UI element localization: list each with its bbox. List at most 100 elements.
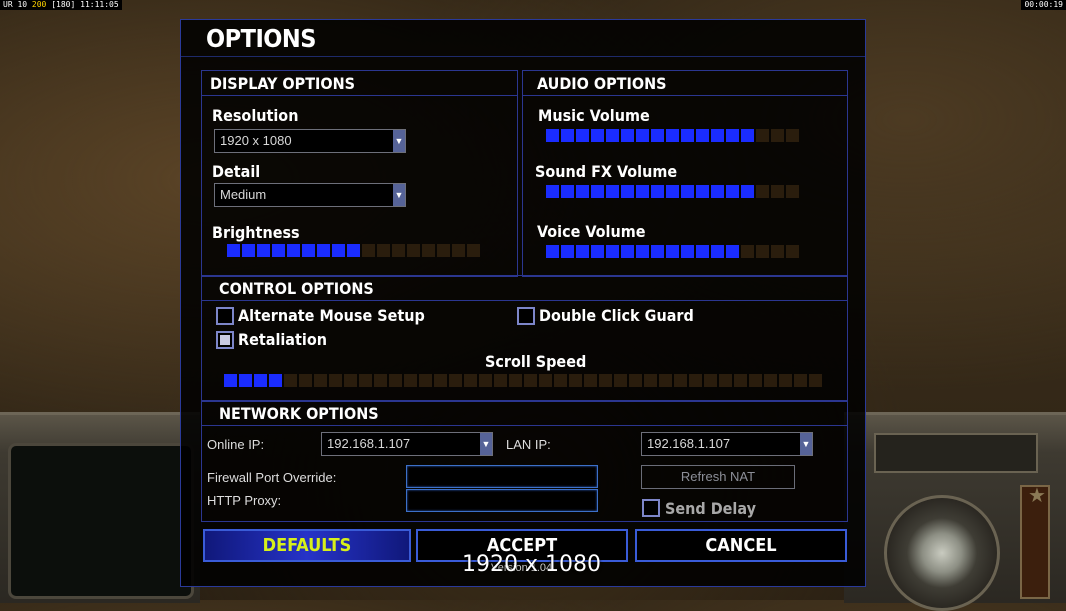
slider-segment[interactable] bbox=[329, 374, 342, 387]
slider-segment[interactable] bbox=[546, 129, 559, 142]
lan-ip-dropdown[interactable]: 192.168.1.107 ▼ bbox=[641, 432, 813, 456]
slider-segment[interactable] bbox=[392, 244, 405, 257]
slider-segment[interactable] bbox=[561, 129, 574, 142]
slider-segment[interactable] bbox=[452, 244, 465, 257]
slider-segment[interactable] bbox=[389, 374, 402, 387]
slider-segment[interactable] bbox=[726, 185, 739, 198]
refresh-nat-button[interactable]: Refresh NAT bbox=[641, 465, 795, 489]
slider-segment[interactable] bbox=[779, 374, 792, 387]
slider-segment[interactable] bbox=[242, 244, 255, 257]
slider-segment[interactable] bbox=[756, 245, 769, 258]
slider-segment[interactable] bbox=[756, 129, 769, 142]
sound-fx-volume-slider[interactable] bbox=[546, 185, 799, 198]
slider-segment[interactable] bbox=[377, 244, 390, 257]
chevron-down-icon[interactable]: ▼ bbox=[800, 433, 812, 455]
slider-segment[interactable] bbox=[479, 374, 492, 387]
slider-segment[interactable] bbox=[651, 185, 664, 198]
slider-segment[interactable] bbox=[786, 245, 799, 258]
brightness-slider[interactable] bbox=[227, 244, 480, 257]
slider-segment[interactable] bbox=[317, 244, 330, 257]
alternate-mouse-checkbox[interactable] bbox=[216, 307, 234, 325]
defaults-button[interactable]: DEFAULTS bbox=[203, 529, 411, 562]
slider-segment[interactable] bbox=[771, 185, 784, 198]
resolution-dropdown[interactable]: 1920 x 1080 ▼ bbox=[214, 129, 406, 153]
slider-segment[interactable] bbox=[269, 374, 282, 387]
slider-segment[interactable] bbox=[606, 185, 619, 198]
scroll-speed-slider[interactable] bbox=[224, 374, 822, 387]
slider-segment[interactable] bbox=[599, 374, 612, 387]
slider-segment[interactable] bbox=[659, 374, 672, 387]
slider-segment[interactable] bbox=[554, 374, 567, 387]
double-click-guard-checkbox[interactable] bbox=[517, 307, 535, 325]
slider-segment[interactable] bbox=[771, 129, 784, 142]
slider-segment[interactable] bbox=[651, 245, 664, 258]
slider-segment[interactable] bbox=[636, 245, 649, 258]
slider-segment[interactable] bbox=[344, 374, 357, 387]
music-volume-slider[interactable] bbox=[546, 129, 799, 142]
slider-segment[interactable] bbox=[621, 129, 634, 142]
chevron-down-icon[interactable]: ▼ bbox=[480, 433, 492, 455]
slider-segment[interactable] bbox=[764, 374, 777, 387]
slider-segment[interactable] bbox=[711, 245, 724, 258]
slider-segment[interactable] bbox=[741, 129, 754, 142]
slider-segment[interactable] bbox=[569, 374, 582, 387]
slider-segment[interactable] bbox=[689, 374, 702, 387]
cancel-button[interactable]: CANCEL bbox=[635, 529, 847, 562]
slider-segment[interactable] bbox=[749, 374, 762, 387]
slider-segment[interactable] bbox=[584, 374, 597, 387]
slider-segment[interactable] bbox=[809, 374, 822, 387]
slider-segment[interactable] bbox=[704, 374, 717, 387]
slider-segment[interactable] bbox=[546, 185, 559, 198]
slider-segment[interactable] bbox=[756, 185, 769, 198]
slider-segment[interactable] bbox=[561, 245, 574, 258]
firewall-port-input[interactable] bbox=[406, 465, 598, 488]
retaliation-checkbox[interactable] bbox=[216, 331, 234, 349]
slider-segment[interactable] bbox=[464, 374, 477, 387]
slider-segment[interactable] bbox=[299, 374, 312, 387]
chevron-down-icon[interactable]: ▼ bbox=[393, 130, 405, 152]
slider-segment[interactable] bbox=[576, 185, 589, 198]
slider-segment[interactable] bbox=[374, 374, 387, 387]
slider-segment[interactable] bbox=[332, 244, 345, 257]
slider-segment[interactable] bbox=[681, 185, 694, 198]
slider-segment[interactable] bbox=[227, 244, 240, 257]
slider-segment[interactable] bbox=[224, 374, 237, 387]
slider-segment[interactable] bbox=[434, 374, 447, 387]
slider-segment[interactable] bbox=[467, 244, 480, 257]
slider-segment[interactable] bbox=[666, 245, 679, 258]
slider-segment[interactable] bbox=[606, 129, 619, 142]
slider-segment[interactable] bbox=[674, 374, 687, 387]
http-proxy-input[interactable] bbox=[406, 489, 598, 512]
voice-volume-slider[interactable] bbox=[546, 245, 799, 258]
slider-segment[interactable] bbox=[422, 244, 435, 257]
detail-dropdown[interactable]: Medium ▼ bbox=[214, 183, 406, 207]
slider-segment[interactable] bbox=[254, 374, 267, 387]
slider-segment[interactable] bbox=[681, 245, 694, 258]
slider-segment[interactable] bbox=[347, 244, 360, 257]
slider-segment[interactable] bbox=[437, 244, 450, 257]
slider-segment[interactable] bbox=[696, 245, 709, 258]
slider-segment[interactable] bbox=[726, 129, 739, 142]
slider-segment[interactable] bbox=[561, 185, 574, 198]
slider-segment[interactable] bbox=[711, 185, 724, 198]
online-ip-dropdown[interactable]: 192.168.1.107 ▼ bbox=[321, 432, 493, 456]
slider-segment[interactable] bbox=[651, 129, 664, 142]
send-delay-checkbox[interactable] bbox=[642, 499, 660, 517]
slider-segment[interactable] bbox=[786, 185, 799, 198]
slider-segment[interactable] bbox=[539, 374, 552, 387]
slider-segment[interactable] bbox=[696, 185, 709, 198]
chevron-down-icon[interactable]: ▼ bbox=[393, 184, 405, 206]
slider-segment[interactable] bbox=[302, 244, 315, 257]
slider-segment[interactable] bbox=[719, 374, 732, 387]
slider-segment[interactable] bbox=[786, 129, 799, 142]
slider-segment[interactable] bbox=[741, 245, 754, 258]
slider-segment[interactable] bbox=[629, 374, 642, 387]
slider-segment[interactable] bbox=[494, 374, 507, 387]
slider-segment[interactable] bbox=[621, 245, 634, 258]
slider-segment[interactable] bbox=[794, 374, 807, 387]
slider-segment[interactable] bbox=[404, 374, 417, 387]
slider-segment[interactable] bbox=[287, 244, 300, 257]
slider-segment[interactable] bbox=[362, 244, 375, 257]
slider-segment[interactable] bbox=[696, 129, 709, 142]
slider-segment[interactable] bbox=[711, 129, 724, 142]
